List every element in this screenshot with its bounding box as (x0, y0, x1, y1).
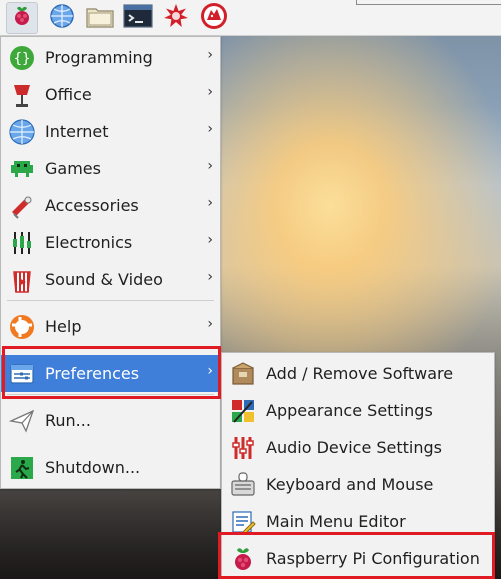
panel-window-area (356, 0, 501, 5)
chevron-right-icon: › (207, 316, 213, 332)
menu-separator (7, 300, 214, 301)
file-manager-icon (85, 3, 115, 33)
menu-editor-icon (226, 505, 260, 539)
menu-item-internet[interactable]: Internet › (1, 113, 220, 150)
submenu-item-appearance-settings[interactable]: Appearance Settings (222, 392, 494, 429)
menu-item-shutdown[interactable]: Shutdown... (1, 449, 220, 486)
menu-item-office[interactable]: Office › (1, 76, 220, 113)
menu-item-label: Internet (45, 122, 109, 141)
wolf-icon (200, 2, 228, 34)
menu-item-label: Preferences (45, 364, 140, 383)
run-icon (5, 404, 39, 438)
audio-icon (226, 431, 260, 465)
chevron-right-icon: › (207, 363, 213, 379)
menu-item-sound-video[interactable]: Sound & Video › (1, 261, 220, 298)
package-icon (226, 357, 260, 391)
menu-item-games[interactable]: Games › (1, 150, 220, 187)
menu-item-preferences[interactable]: Preferences › (1, 355, 220, 392)
chevron-right-icon: › (207, 195, 213, 211)
chevron-right-icon: › (207, 121, 213, 137)
file-manager-button[interactable] (86, 4, 114, 32)
games-icon (5, 152, 39, 186)
submenu-item-label: Raspberry Pi Configuration (266, 549, 480, 568)
burst-app-button[interactable] (162, 3, 190, 33)
applications-menu: {} Programming › Office › Internet › Gam… (0, 36, 221, 489)
raspberry-icon (10, 4, 34, 32)
shutdown-icon (5, 451, 39, 485)
chevron-right-icon: › (207, 232, 213, 248)
submenu-item-label: Audio Device Settings (266, 438, 442, 457)
programming-icon: {} (5, 41, 39, 75)
sound-video-icon (5, 263, 39, 297)
preferences-submenu: Add / Remove Software Appearance Setting… (221, 352, 495, 579)
raspberry-icon (226, 542, 260, 576)
menu-item-label: Accessories (45, 196, 139, 215)
menu-item-label: Help (45, 317, 82, 336)
menu-separator (7, 347, 214, 348)
submenu-item-main-menu-editor[interactable]: Main Menu Editor (222, 503, 494, 540)
help-icon (5, 310, 39, 344)
submenu-item-raspberry-pi-configuration[interactable]: Raspberry Pi Configuration (222, 540, 494, 577)
submenu-item-label: Main Menu Editor (266, 512, 406, 531)
submenu-item-label: Add / Remove Software (266, 364, 454, 383)
menu-item-accessories[interactable]: Accessories › (1, 187, 220, 224)
menu-item-label: Office (45, 85, 92, 104)
office-icon (5, 78, 39, 112)
menu-separator (7, 394, 214, 395)
menu-item-label: Sound & Video (45, 270, 163, 289)
svg-text:{}: {} (14, 51, 31, 67)
web-browser-icon (49, 3, 75, 33)
menu-item-help[interactable]: Help › (1, 308, 220, 345)
menu-item-run[interactable]: Run... (1, 402, 220, 439)
menu-item-label: Shutdown... (45, 458, 141, 477)
submenu-item-label: Keyboard and Mouse (266, 475, 434, 494)
menu-item-label: Games (45, 159, 101, 178)
chevron-right-icon: › (207, 84, 213, 100)
submenu-item-keyboard-and-mouse[interactable]: Keyboard and Mouse (222, 466, 494, 503)
submenu-item-add-remove-software[interactable]: Add / Remove Software (222, 355, 494, 392)
menu-item-electronics[interactable]: Electronics › (1, 224, 220, 261)
menu-item-label: Electronics (45, 233, 133, 252)
accessories-icon (5, 189, 39, 223)
internet-icon (5, 115, 39, 149)
submenu-item-label: Appearance Settings (266, 401, 433, 420)
burst-icon (163, 3, 189, 33)
chevron-right-icon: › (207, 47, 213, 63)
top-panel (0, 0, 501, 36)
menu-item-programming[interactable]: {} Programming › (1, 39, 220, 76)
chevron-right-icon: › (207, 269, 213, 285)
electronics-icon (5, 226, 39, 260)
preferences-icon (5, 357, 39, 391)
menu-item-label: Programming (45, 48, 153, 67)
appearance-icon (226, 394, 260, 428)
terminal-icon (123, 3, 153, 33)
chevron-right-icon: › (207, 158, 213, 174)
web-browser-button[interactable] (48, 3, 76, 33)
menu-item-label: Run... (45, 411, 91, 430)
submenu-item-audio-device-settings[interactable]: Audio Device Settings (222, 429, 494, 466)
applications-menu-button[interactable] (6, 1, 38, 34)
wolf-app-button[interactable] (200, 2, 228, 34)
terminal-button[interactable] (123, 3, 153, 33)
keyboard-mouse-icon (226, 468, 260, 502)
